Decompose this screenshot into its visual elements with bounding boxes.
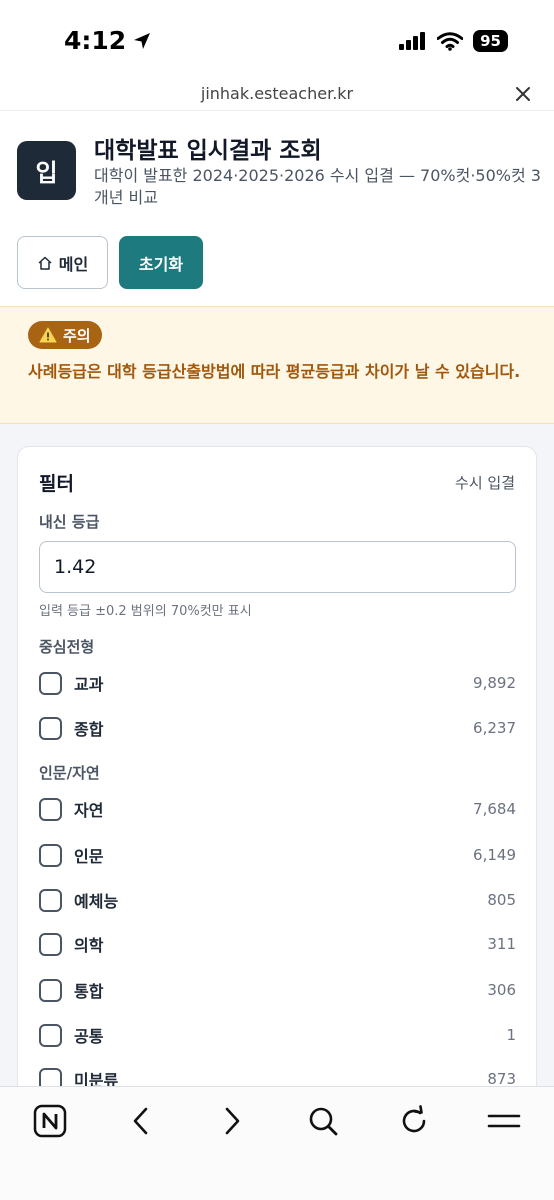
grade-hint: 입력 등급 ±0.2 범위의 70%컷만 표시 [39, 604, 252, 619]
browser-toolbar [0, 1086, 554, 1200]
reset-button[interactable]: 초기화 [119, 236, 203, 289]
checkbox[interactable] [39, 671, 62, 695]
checkbox-count: 1 [506, 1026, 516, 1044]
forward-button[interactable] [210, 1099, 254, 1143]
app-header: 입 대학발표 입시결과 조회 대학이 발표한 2024·2025·2026 수시… [0, 110, 554, 306]
checkbox[interactable] [39, 978, 62, 1002]
menu-icon [487, 1114, 521, 1128]
battery-icon: 95 [473, 30, 508, 52]
checkbox-label: 종합 [74, 720, 104, 739]
status-time-text: 4:12 [64, 26, 127, 55]
checkbox-field-공통[interactable]: 공통 1 [39, 1017, 516, 1053]
page-subtitle: 대학이 발표한 2024·2025·2026 수시 입결 — 70%컷·50%컷… [94, 166, 541, 207]
checkbox-field-인문[interactable]: 인문 6,149 [39, 837, 516, 873]
checkbox-admission-종합[interactable]: 종합 6,237 [39, 710, 516, 746]
filter-card: 필터 수시 입결 내신 등급 입력 등급 ±0.2 범위의 70%컷만 표시 중… [17, 446, 537, 1106]
checkbox[interactable] [39, 716, 62, 740]
menu-button[interactable] [482, 1099, 526, 1143]
main-button-label: 메인 [58, 254, 89, 274]
location-arrow-icon [134, 32, 151, 49]
page-title: 대학발표 입시결과 조회 [94, 138, 322, 164]
checkbox-field-의학[interactable]: 의학 311 [39, 926, 516, 962]
checkbox-label: 의학 [74, 936, 104, 955]
reset-button-label: 초기화 [138, 254, 184, 274]
checkbox-count: 311 [487, 935, 516, 953]
checkbox-label: 통합 [74, 982, 104, 1001]
warning-banner: 주의 사례등급은 대학 등급산출방법에 따라 평균등급과 차이가 날 수 있습니… [0, 306, 554, 424]
checkbox-label: 인문 [74, 847, 104, 866]
checkbox-field-자연[interactable]: 자연 7,684 [39, 791, 516, 827]
warning-badge-label: 주의 [63, 326, 91, 345]
status-bar: 4:12 95 [0, 0, 554, 80]
checkbox-admission-교과[interactable]: 교과 9,892 [39, 665, 516, 701]
checkbox-count: 7,684 [473, 800, 516, 818]
browser-logo-button[interactable] [28, 1099, 72, 1143]
status-time: 4:12 [64, 26, 152, 55]
checkbox[interactable] [39, 888, 62, 912]
search-button[interactable] [301, 1099, 345, 1143]
checkbox-count: 306 [487, 981, 516, 999]
checkbox-field-통합[interactable]: 통합 306 [39, 972, 516, 1008]
wifi-icon [437, 31, 464, 51]
warning-text: 사례등급은 대학 등급산출방법에 따라 평균등급과 차이가 날 수 있습니다. [28, 362, 521, 381]
field-label: 인문/자연 [39, 764, 100, 782]
warning-badge: 주의 [28, 321, 102, 349]
admission-type-label: 중심전형 [39, 638, 95, 656]
home-icon [38, 256, 52, 270]
checkbox-label: 공통 [74, 1027, 104, 1046]
reload-icon [402, 1105, 426, 1133]
reload-button[interactable] [392, 1099, 436, 1143]
status-indicators: 95 [399, 30, 508, 52]
grade-label: 내신 등급 [39, 513, 100, 531]
back-button[interactable] [119, 1099, 163, 1143]
checkbox-label: 자연 [74, 801, 104, 820]
back-icon [133, 1107, 148, 1135]
checkbox-label: 교과 [74, 675, 104, 694]
url-bar[interactable]: jinhak.esteacher.kr [0, 80, 554, 110]
forward-icon [225, 1107, 240, 1135]
filter-title: 필터 [39, 473, 74, 495]
app-logo: 입 [17, 141, 76, 200]
checkbox-count: 805 [487, 891, 516, 909]
checkbox-count: 6,149 [473, 846, 516, 864]
checkbox-field-예체능[interactable]: 예체능 805 [39, 882, 516, 918]
checkbox-count: 9,892 [473, 674, 516, 692]
search-icon [309, 1107, 338, 1136]
main-button[interactable]: 메인 [17, 236, 108, 289]
checkbox-label: 예체능 [74, 892, 119, 911]
close-icon[interactable] [512, 83, 534, 105]
browser-logo-icon [33, 1104, 67, 1138]
checkbox[interactable] [39, 843, 62, 867]
checkbox[interactable] [39, 932, 62, 956]
warning-icon [39, 327, 57, 343]
checkbox[interactable] [39, 1023, 62, 1047]
grade-input[interactable] [39, 541, 516, 593]
signal-icon [399, 32, 426, 50]
url-domain[interactable]: jinhak.esteacher.kr [0, 84, 554, 103]
checkbox[interactable] [39, 797, 62, 821]
filter-mode: 수시 입결 [455, 474, 515, 492]
checkbox-count: 6,237 [473, 719, 516, 737]
